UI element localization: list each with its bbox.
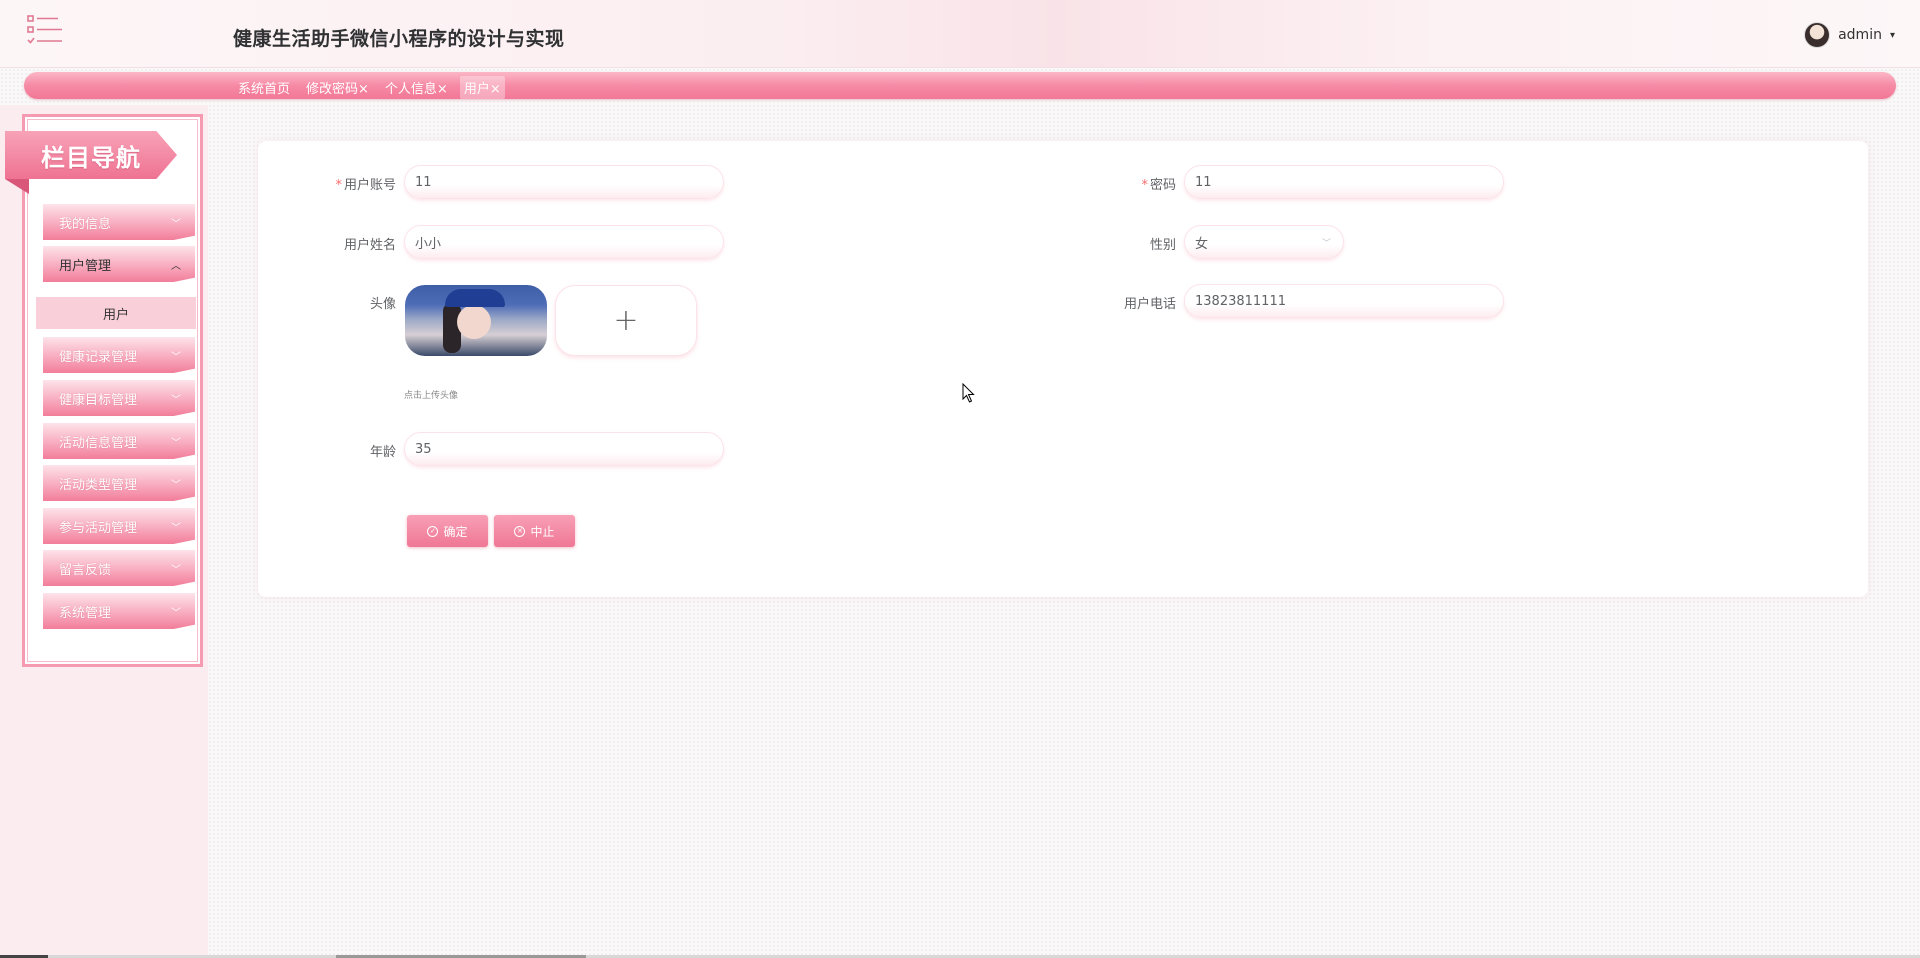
sidebar-item-health-goals[interactable]: 健康目标管理 ﹀ — [43, 380, 195, 416]
username-label: admin — [1838, 27, 1882, 43]
sidebar-item-activity-types[interactable]: 活动类型管理 ﹀ — [43, 465, 195, 501]
avatar — [1804, 22, 1831, 48]
confirm-button[interactable]: ✓ 确定 — [407, 515, 488, 547]
sidebar-banner: 栏目导航 — [5, 131, 177, 179]
age-input[interactable]: 35 — [404, 432, 724, 466]
password-input[interactable]: 11 — [1184, 165, 1504, 199]
list-menu-icon[interactable] — [26, 14, 64, 46]
close-circle-icon: ✕ — [514, 525, 526, 537]
gender-value: 女 — [1195, 236, 1209, 252]
account-input[interactable]: 11 — [404, 165, 724, 199]
chevron-down-icon: ﹀ — [171, 437, 181, 449]
tab-user[interactable]: 用户× — [459, 76, 505, 99]
sidebar-item-system[interactable]: 系统管理 ﹀ — [43, 593, 195, 629]
sidebar-item-activity-info[interactable]: 活动信息管理 ﹀ — [43, 423, 195, 459]
avatar-preview-image[interactable] — [405, 285, 547, 356]
account-label-text: 用户账号 — [343, 178, 396, 193]
account-label: * 用户账号 — [276, 174, 396, 193]
age-label: 年龄 — [369, 445, 396, 460]
sidebar-item-label: 留言反馈 — [59, 562, 112, 578]
sidebar-item-label: 健康记录管理 — [59, 349, 138, 365]
phone-input[interactable]: 13823811111 — [1184, 284, 1504, 318]
tabs-bar: 系统首页 修改密码× 个人信息× 用户× — [24, 72, 1896, 99]
password-label: * 密码 — [1056, 174, 1176, 193]
mouse-cursor-icon — [962, 383, 975, 403]
required-mark: * — [1141, 178, 1148, 193]
required-mark: * — [335, 178, 342, 193]
gender-select[interactable]: 女 ﹀ — [1184, 225, 1344, 259]
chevron-down-icon: ﹀ — [171, 394, 181, 406]
user-menu[interactable]: admin ▾ — [1804, 22, 1895, 48]
phone-label: 用户电话 — [1123, 297, 1176, 312]
tab-home[interactable]: 系统首页 — [234, 76, 294, 99]
sidebar-item-my-info[interactable]: 我的信息 ﹀ — [43, 204, 195, 240]
submenu-item-user[interactable]: 用户 — [36, 297, 196, 329]
top-header: 健康生活助手微信小程序的设计与实现 admin ▾ — [0, 0, 1920, 68]
chevron-down-icon: ﹀ — [171, 351, 181, 363]
upload-plus-icon[interactable]: + — [555, 285, 697, 356]
sidebar-item-label: 活动信息管理 — [59, 435, 138, 451]
sidebar-item-participation[interactable]: 参与活动管理 ﹀ — [43, 508, 195, 544]
chevron-up-icon: ︿ — [171, 260, 181, 272]
sidebar-item-label: 系统管理 — [59, 605, 112, 621]
cancel-button[interactable]: ✕ 中止 — [494, 515, 575, 547]
avatar-label: 头像 — [369, 297, 396, 312]
sidebar-item-label: 参与活动管理 — [59, 520, 138, 536]
sidebar-item-feedback[interactable]: 留言反馈 ﹀ — [43, 550, 195, 586]
sidebar-item-label: 用户管理 — [59, 258, 112, 274]
caret-down-icon: ▾ — [1889, 29, 1895, 41]
password-label-text: 密码 — [1149, 178, 1176, 193]
app-title: 健康生活助手微信小程序的设计与实现 — [233, 28, 565, 50]
check-circle-icon: ✓ — [427, 525, 439, 537]
gender-label: 性别 — [1149, 238, 1176, 253]
confirm-button-label: 确定 — [443, 524, 468, 539]
upload-tip: 点击上传头像 — [404, 391, 459, 401]
chevron-down-icon: ﹀ — [171, 564, 181, 576]
cancel-button-label: 中止 — [530, 524, 555, 539]
sidebar-item-user-management[interactable]: 用户管理 ︿ — [43, 246, 195, 282]
tab-change-password[interactable]: 修改密码× — [302, 76, 373, 99]
chevron-down-icon: ﹀ — [171, 218, 181, 230]
tab-profile[interactable]: 个人信息× — [381, 76, 452, 99]
chevron-down-icon: ﹀ — [171, 607, 181, 619]
name-input[interactable]: 小小 — [404, 225, 724, 259]
chevron-down-icon: ﹀ — [171, 522, 181, 534]
sidebar-item-label: 我的信息 — [59, 216, 112, 232]
sidebar-item-label: 活动类型管理 — [59, 477, 138, 493]
chevron-down-icon: ﹀ — [171, 479, 181, 491]
name-label: 用户姓名 — [343, 238, 396, 253]
sidebar-item-label: 健康目标管理 — [59, 392, 138, 408]
chevron-down-icon: ﹀ — [1321, 238, 1331, 249]
sidebar-item-health-records[interactable]: 健康记录管理 ﹀ — [43, 337, 195, 373]
